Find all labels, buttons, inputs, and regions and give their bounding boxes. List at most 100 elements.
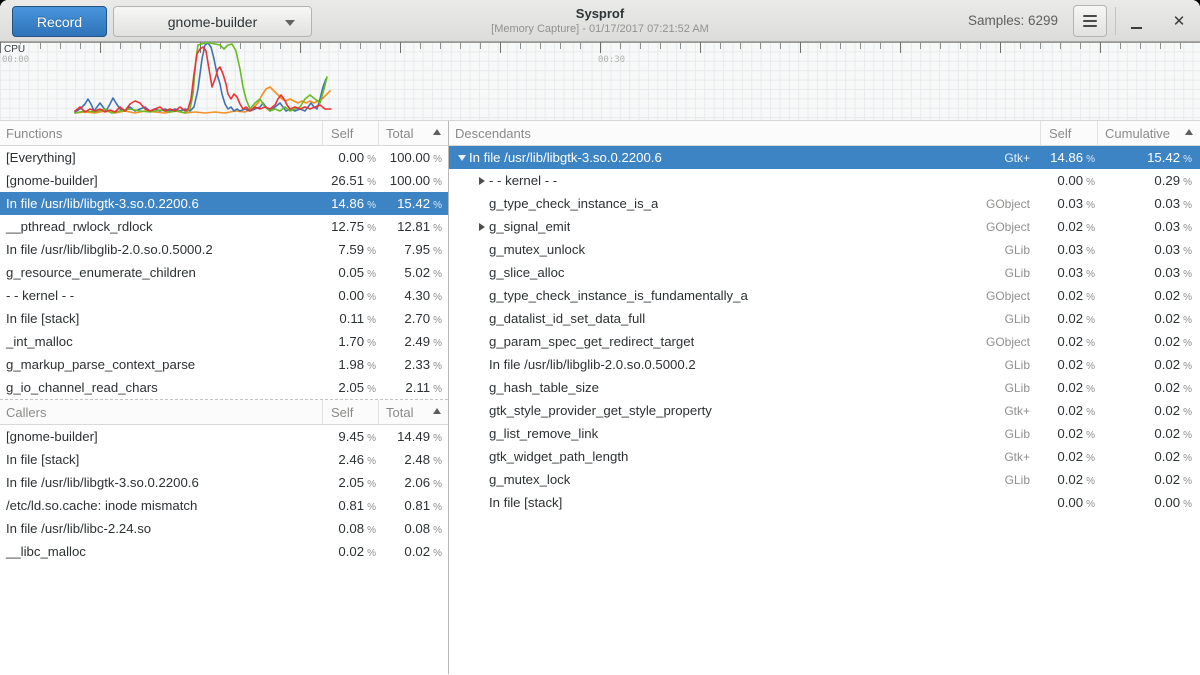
header-bar: Record gnome-builder Sysprof [Memory Cap… [0, 0, 1200, 42]
callers-column-header[interactable]: Callers [0, 405, 322, 420]
percent-value: 0.02% [1040, 449, 1097, 464]
descendants-row[interactable]: gtk_widget_path_lengthGtk+0.02%0.02% [449, 445, 1200, 468]
library-category: Gtk+ [1004, 404, 1040, 418]
percent-value: 0.00% [322, 288, 378, 303]
percent-value: 0.08% [378, 521, 448, 536]
symbol-name: g_mutex_unlock [449, 242, 1005, 257]
descendants-table: In file /usr/lib/libgtk-3.so.0.2200.6Gtk… [449, 146, 1200, 514]
self-column-header[interactable]: Self [322, 400, 378, 424]
expander-spacer [475, 450, 489, 464]
functions-row[interactable]: g_markup_parse_context_parse1.98%2.33% [0, 353, 448, 376]
symbol-name: In file [stack] [0, 311, 322, 326]
percent-value: 2.70% [378, 311, 448, 326]
descendants-row[interactable]: g_mutex_lockGLib0.02%0.02% [449, 468, 1200, 491]
percent-value: 14.49% [378, 429, 448, 444]
time-label-start: 00:00 [2, 55, 29, 65]
functions-row[interactable]: - - kernel - -0.00%4.30% [0, 284, 448, 307]
percent-value: 0.00% [1040, 495, 1097, 510]
symbol-name: g_type_check_instance_is_fundamentally_a [449, 288, 986, 303]
percent-value: 14.86% [1040, 150, 1097, 165]
descendants-row[interactable]: g_mutex_unlockGLib0.03%0.03% [449, 238, 1200, 261]
library-category: GLib [1005, 473, 1040, 487]
functions-row[interactable]: In file [stack]0.11%2.70% [0, 307, 448, 330]
close-button[interactable]: ✕ [1168, 10, 1190, 32]
percent-value: 0.02% [1040, 311, 1097, 326]
percent-value: 2.33% [378, 357, 448, 372]
descendants-row[interactable]: - - kernel - -0.00%0.29% [449, 169, 1200, 192]
functions-row[interactable]: _int_malloc1.70%2.49% [0, 330, 448, 353]
descendants-row[interactable]: g_param_spec_get_redirect_targetGObject0… [449, 330, 1200, 353]
library-category: GObject [986, 197, 1040, 211]
target-process-dropdown[interactable]: gnome-builder [113, 6, 312, 37]
header-separator [1115, 7, 1116, 35]
functions-row[interactable]: [gnome-builder]26.51%100.00% [0, 169, 448, 192]
callers-row[interactable]: In file /usr/lib/libgtk-3.so.0.2200.62.0… [0, 471, 448, 494]
sort-arrow-icon [1185, 129, 1193, 135]
symbol-name: In file /usr/lib/libgtk-3.so.0.2200.6 [0, 475, 322, 490]
descendants-row[interactable]: g_type_check_instance_is_fundamentally_a… [449, 284, 1200, 307]
sort-arrow-icon [433, 408, 441, 414]
descendants-row[interactable]: gtk_style_provider_get_style_propertyGtk… [449, 399, 1200, 422]
symbol-name: __libc_malloc [0, 544, 322, 559]
symbol-name: g_resource_enumerate_children [0, 265, 322, 280]
cpu-graph[interactable]: CPU 00:00 00:30 [0, 42, 1200, 121]
menu-button[interactable] [1073, 5, 1107, 37]
callers-row[interactable]: In file [stack]2.46%2.48% [0, 448, 448, 471]
total-column-header[interactable]: Total [378, 121, 448, 145]
percent-value: 7.95% [378, 242, 448, 257]
percent-value: 2.49% [378, 334, 448, 349]
descendants-row[interactable]: In file /usr/lib/libglib-2.0.so.0.5000.2… [449, 353, 1200, 376]
percent-value: 5.02% [378, 265, 448, 280]
descendants-row[interactable]: g_slice_allocGLib0.03%0.03% [449, 261, 1200, 284]
symbol-name: g_signal_emit [449, 219, 986, 234]
expander-spacer [475, 381, 489, 395]
callers-table-header: Callers Self Total [0, 400, 448, 425]
self-column-header[interactable]: Self [1040, 121, 1097, 145]
callers-row[interactable]: __libc_malloc0.02%0.02% [0, 540, 448, 563]
symbol-name: g_list_remove_link [449, 426, 1005, 441]
functions-row[interactable]: In file /usr/lib/libglib-2.0.so.0.5000.2… [0, 238, 448, 261]
descendants-row[interactable]: g_signal_emitGObject0.02%0.03% [449, 215, 1200, 238]
symbol-name: gtk_widget_path_length [449, 449, 1004, 464]
functions-column-header[interactable]: Functions [0, 126, 322, 141]
functions-row[interactable]: In file /usr/lib/libgtk-3.so.0.2200.614.… [0, 192, 448, 215]
symbol-name: gtk_style_provider_get_style_property [449, 403, 1004, 418]
expander-closed-icon[interactable] [475, 220, 489, 234]
expander-spacer [475, 404, 489, 418]
callers-row[interactable]: /etc/ld.so.cache: inode mismatch0.81%0.8… [0, 494, 448, 517]
descendants-row[interactable]: g_list_remove_linkGLib0.02%0.02% [449, 422, 1200, 445]
record-button[interactable]: Record [12, 6, 107, 37]
descendants-column-header[interactable]: Descendants [449, 126, 1040, 141]
symbol-name: __pthread_rwlock_rdlock [0, 219, 322, 234]
callers-row[interactable]: In file /usr/lib/libc-2.24.so0.08%0.08% [0, 517, 448, 540]
percent-value: 0.02% [1040, 403, 1097, 418]
library-category: GLib [1005, 243, 1040, 257]
functions-row[interactable]: [Everything]0.00%100.00% [0, 146, 448, 169]
descendants-row[interactable]: In file [stack]0.00%0.00% [449, 491, 1200, 514]
functions-row[interactable]: g_resource_enumerate_children0.05%5.02% [0, 261, 448, 284]
symbol-name: _int_malloc [0, 334, 322, 349]
descendants-row[interactable]: g_datalist_id_set_data_fullGLib0.02%0.02… [449, 307, 1200, 330]
cumulative-column-header[interactable]: Cumulative [1097, 121, 1200, 145]
minimize-button[interactable] [1126, 12, 1146, 32]
library-category: GLib [1005, 427, 1040, 441]
symbol-name: - - kernel - - [0, 288, 322, 303]
descendants-row[interactable]: g_hash_table_sizeGLib0.02%0.02% [449, 376, 1200, 399]
symbol-name: In file /usr/lib/libc-2.24.so [0, 521, 322, 536]
percent-value: 14.86% [322, 196, 378, 211]
descendants-row[interactable]: g_type_check_instance_is_aGObject0.03%0.… [449, 192, 1200, 215]
total-column-header[interactable]: Total [378, 400, 448, 424]
self-column-header[interactable]: Self [322, 121, 378, 145]
descendants-row[interactable]: In file /usr/lib/libgtk-3.so.0.2200.6Gtk… [449, 146, 1200, 169]
percent-value: 26.51% [322, 173, 378, 188]
percent-value: 0.81% [378, 498, 448, 513]
functions-row[interactable]: g_io_channel_read_chars2.05%2.11% [0, 376, 448, 399]
percent-value: 1.98% [322, 357, 378, 372]
functions-row[interactable]: __pthread_rwlock_rdlock12.75%12.81% [0, 215, 448, 238]
hamburger-icon [1083, 15, 1097, 17]
expander-open-icon[interactable] [455, 151, 469, 165]
expander-closed-icon[interactable] [475, 174, 489, 188]
percent-value: 0.05% [322, 265, 378, 280]
callers-row[interactable]: [gnome-builder]9.45%14.49% [0, 425, 448, 448]
expander-spacer [475, 289, 489, 303]
